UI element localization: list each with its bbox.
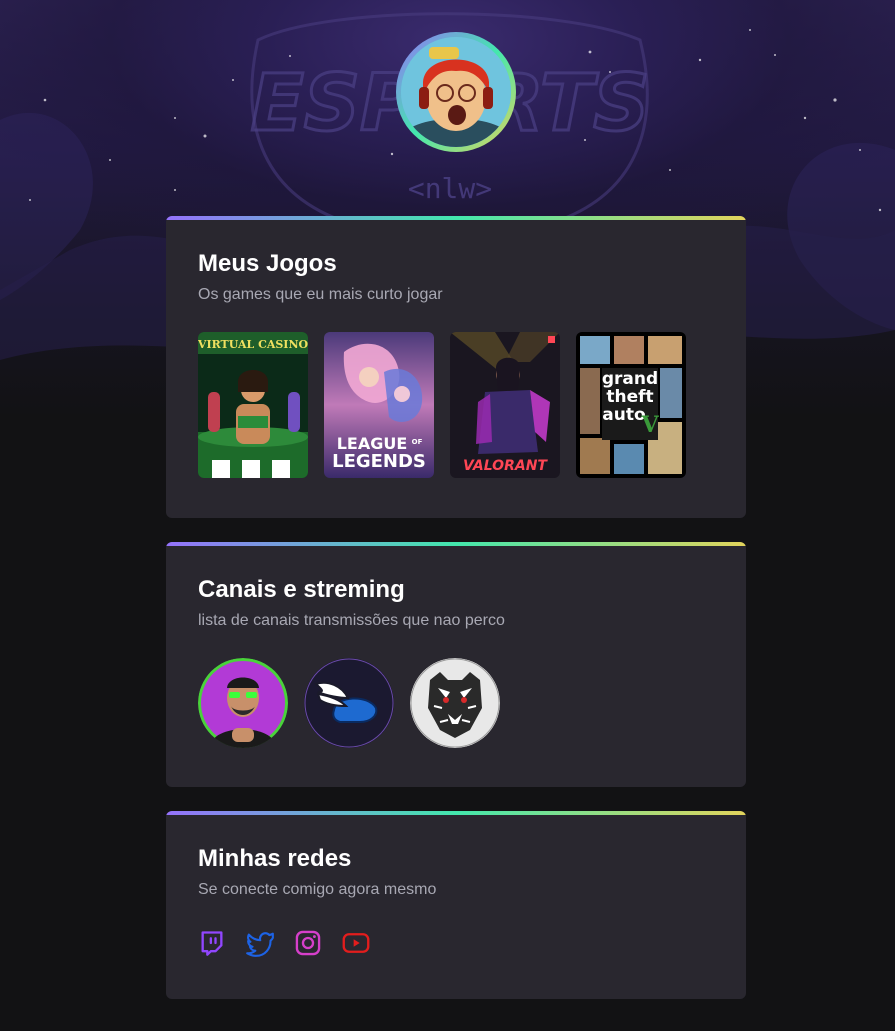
tiger-icon [410, 658, 500, 748]
channel-item[interactable] [304, 658, 394, 748]
svg-text:theft: theft [606, 387, 653, 407]
winged-helmet-icon [304, 658, 394, 748]
game-cover-gta-v[interactable]: grand theft auto V [576, 332, 686, 478]
game-cover-virtual-casino[interactable]: VIRTUAL CASINO [198, 332, 308, 478]
socials-subtitle: Se conecte comigo agora mesmo [198, 881, 437, 898]
games-title: Meus Jogos [198, 250, 337, 277]
social-links [198, 929, 370, 957]
svg-text:V: V [640, 412, 659, 438]
channels-subtitle: lista de canais transmissões que nao per… [198, 612, 505, 629]
channel-item[interactable] [410, 658, 500, 748]
socials-title: Minhas redes [198, 845, 352, 872]
streamer-avatar-icon [198, 658, 288, 748]
games-list: VIRTUAL CASINO LEAGUE OF LEGENDS VALORAN… [198, 332, 686, 478]
virtual-casino-cover-icon: VIRTUAL CASINO [198, 332, 308, 478]
profile-avatar [396, 32, 516, 152]
gamer-avatar-icon [401, 37, 511, 147]
youtube-icon [342, 933, 370, 953]
gta-v-cover-icon: grand theft auto V [576, 332, 686, 478]
game-cover-league-of-legends[interactable]: LEAGUE OF LEGENDS [324, 332, 434, 478]
games-subtitle: Os games que eu mais curto jogar [198, 286, 443, 303]
channels-card: Canais e streming lista de canais transm… [166, 542, 746, 787]
games-card: Meus Jogos Os games que eu mais curto jo… [166, 216, 746, 518]
instagram-icon [295, 930, 321, 956]
svg-text:auto: auto [602, 405, 645, 425]
valorant-cover-icon: VALORANT [450, 332, 560, 478]
twitch-link[interactable] [198, 929, 226, 957]
league-of-legends-cover-icon: LEAGUE OF LEGENDS [324, 332, 434, 478]
svg-text:grand: grand [602, 369, 658, 389]
svg-text:VALORANT: VALORANT [463, 458, 548, 474]
svg-text:OF: OF [412, 438, 423, 446]
twitter-icon [246, 932, 274, 957]
svg-text:LEGENDS: LEGENDS [332, 451, 426, 472]
socials-card: Minhas redes Se conecte comigo agora mes… [166, 811, 746, 999]
youtube-link[interactable] [342, 929, 370, 957]
twitch-icon [201, 931, 223, 956]
instagram-link[interactable] [294, 929, 322, 957]
svg-text:VIRTUAL CASINO: VIRTUAL CASINO [198, 338, 308, 351]
twitter-link[interactable] [246, 929, 274, 957]
game-cover-valorant[interactable]: VALORANT [450, 332, 560, 478]
channel-item[interactable] [198, 658, 288, 748]
channels-list [198, 658, 500, 748]
svg-text:<nlw>: <nlw> [408, 172, 492, 205]
channels-title: Canais e streming [198, 576, 405, 603]
